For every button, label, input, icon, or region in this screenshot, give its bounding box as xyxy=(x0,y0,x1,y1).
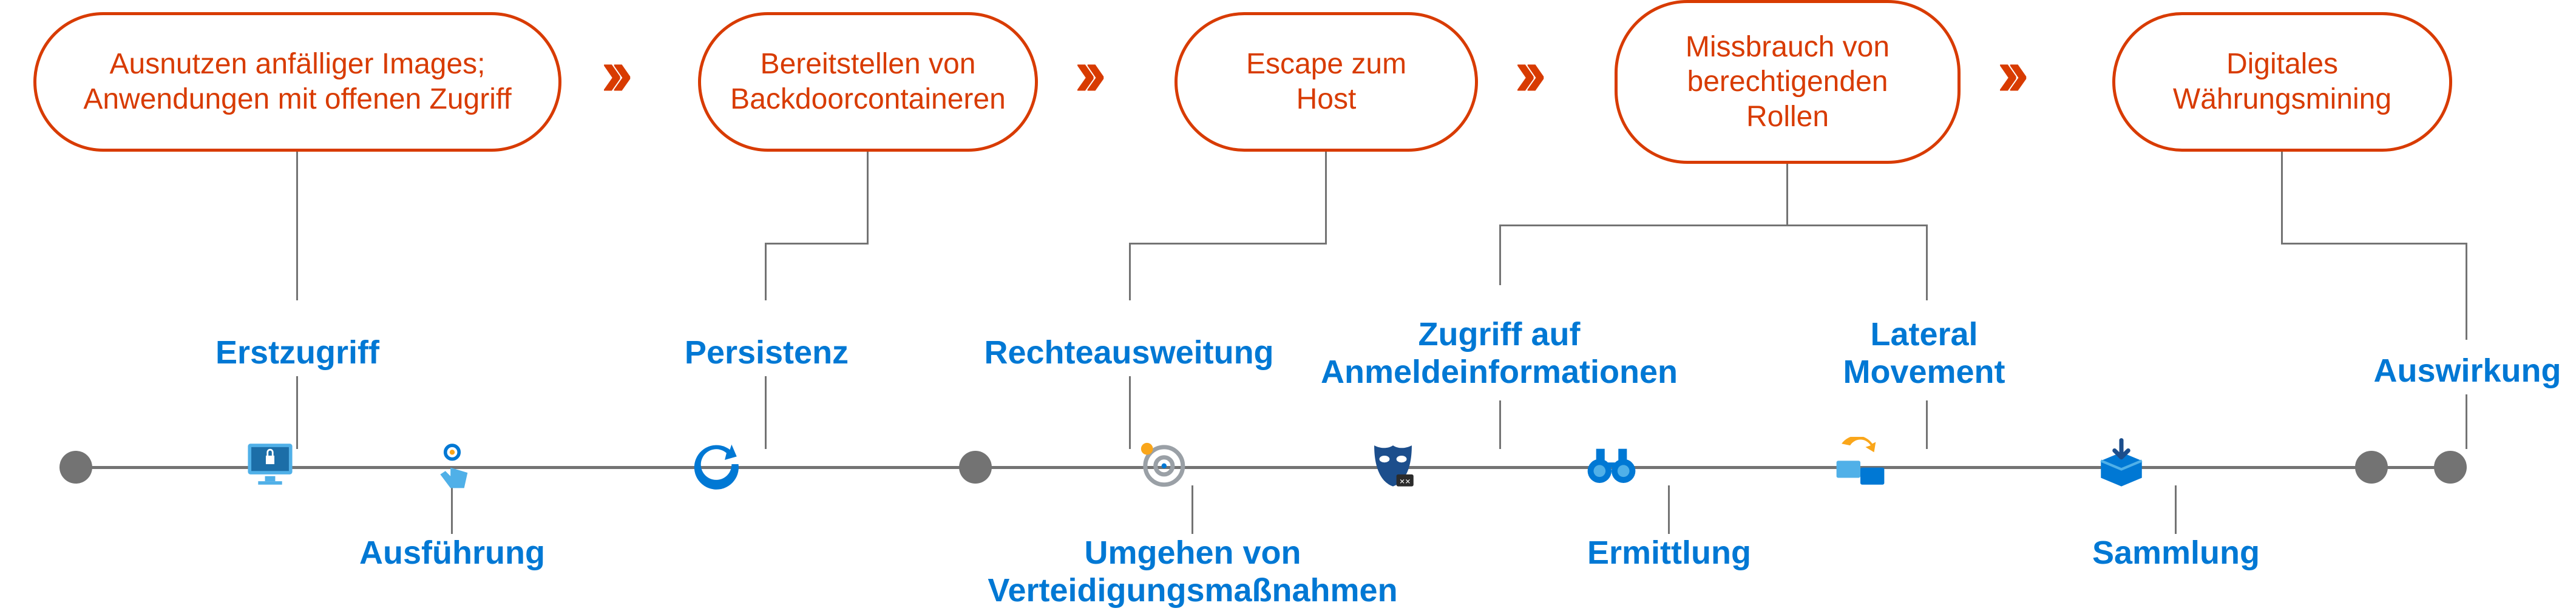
connector xyxy=(296,152,298,300)
tactic-label: Ermittlung xyxy=(1587,535,1751,571)
timeline-dot xyxy=(2434,451,2467,484)
chevron-icon: ›› xyxy=(601,39,621,106)
chevron-icon: ›› xyxy=(1074,39,1094,106)
monitor-lock-icon xyxy=(243,437,297,491)
connector xyxy=(1926,400,1928,449)
connector xyxy=(1129,376,1131,449)
connector xyxy=(765,376,767,449)
tactic-label: Lateral Movement xyxy=(1843,316,2005,390)
pill-privilege-escalation: Escape zum Host xyxy=(1174,12,1478,152)
connector xyxy=(1668,485,1670,534)
pill-persistence: Bereitstellen von Backdoorcontaineren xyxy=(698,12,1038,152)
connector xyxy=(2175,485,2177,534)
target-icon xyxy=(1135,437,1190,491)
connector xyxy=(2281,152,2283,243)
tactic-lateral-movement: Lateral Movement xyxy=(1803,316,2046,391)
chevron-icon: ›› xyxy=(1997,39,2017,106)
connector xyxy=(867,152,869,243)
refresh-icon xyxy=(689,437,744,491)
tactic-defense-evasion: Umgehen von Verteidigungsmaßnahmen xyxy=(965,534,1420,609)
tactic-collection: Sammlung xyxy=(2082,534,2270,572)
pill-label: Escape zum Host xyxy=(1246,47,1406,116)
connector xyxy=(1129,243,1327,245)
pill-initial-access: Ausnutzen anfälliger Images; Anwendungen… xyxy=(33,12,561,152)
tactic-impact: Auswirkung xyxy=(2367,352,2568,390)
computers-transfer-icon xyxy=(1833,437,1888,491)
tactic-label: Zugriff auf Anmeldeinformationen xyxy=(1321,316,1678,390)
tactic-persistence: Persistenz xyxy=(679,334,855,371)
connector xyxy=(1191,485,1193,534)
pill-label: Missbrauch von berechtigenden Rollen xyxy=(1686,30,1890,135)
tactic-discovery: Ermittlung xyxy=(1578,534,1760,572)
connector xyxy=(1325,152,1327,243)
tactic-label: Auswirkung xyxy=(2373,353,2561,389)
connector xyxy=(1499,224,1501,285)
collection-box-icon xyxy=(2094,437,2149,491)
connector xyxy=(1499,224,1928,226)
tactic-label: Umgehen von Verteidigungsmaßnahmen xyxy=(988,535,1397,609)
connector xyxy=(2281,243,2467,245)
svg-text:✕✕: ✕✕ xyxy=(1399,478,1411,485)
binoculars-icon xyxy=(1584,437,1639,491)
mask-icon: ✕✕ xyxy=(1366,437,1420,491)
tactic-initial-access: Erstzugriff xyxy=(212,334,382,371)
attack-chain-diagram: Ausnutzen anfälliger Images; Anwendungen… xyxy=(0,0,2576,611)
pill-credential-lateral: Missbrauch von berechtigenden Rollen xyxy=(1615,0,1961,164)
tactic-execution: Ausführung xyxy=(349,534,555,572)
pill-label: Bereitstellen von Backdoorcontaineren xyxy=(730,47,1006,116)
timeline-dot xyxy=(59,451,92,484)
timeline-dot xyxy=(2355,451,2388,484)
connector xyxy=(765,243,869,245)
tactic-label: Ausführung xyxy=(359,535,545,571)
pill-impact: Digitales Währungsmining xyxy=(2112,12,2452,152)
tactic-label: Sammlung xyxy=(2092,535,2260,571)
tactic-label: Erstzugriff xyxy=(215,334,379,371)
connector xyxy=(1499,400,1501,449)
tactic-label: Persistenz xyxy=(685,334,849,371)
connector xyxy=(765,243,767,300)
pill-label: Digitales Währungsmining xyxy=(2173,47,2391,116)
touch-icon xyxy=(425,437,480,491)
connector xyxy=(451,485,453,534)
tactic-label: Rechteausweitung xyxy=(984,334,1273,371)
connector xyxy=(1926,224,1928,300)
chevron-icon: ›› xyxy=(1514,39,1534,106)
connector xyxy=(1129,243,1131,300)
connector xyxy=(1786,164,1788,224)
tactic-priv-escalation: Rechteausweitung xyxy=(971,334,1287,371)
tactic-credential-access: Zugriff auf Anmeldeinformationen xyxy=(1311,316,1687,391)
connector xyxy=(2466,394,2467,449)
connector xyxy=(2466,243,2467,340)
timeline-dot xyxy=(959,451,992,484)
pill-label: Ausnutzen anfälliger Images; Anwendungen… xyxy=(83,47,511,116)
